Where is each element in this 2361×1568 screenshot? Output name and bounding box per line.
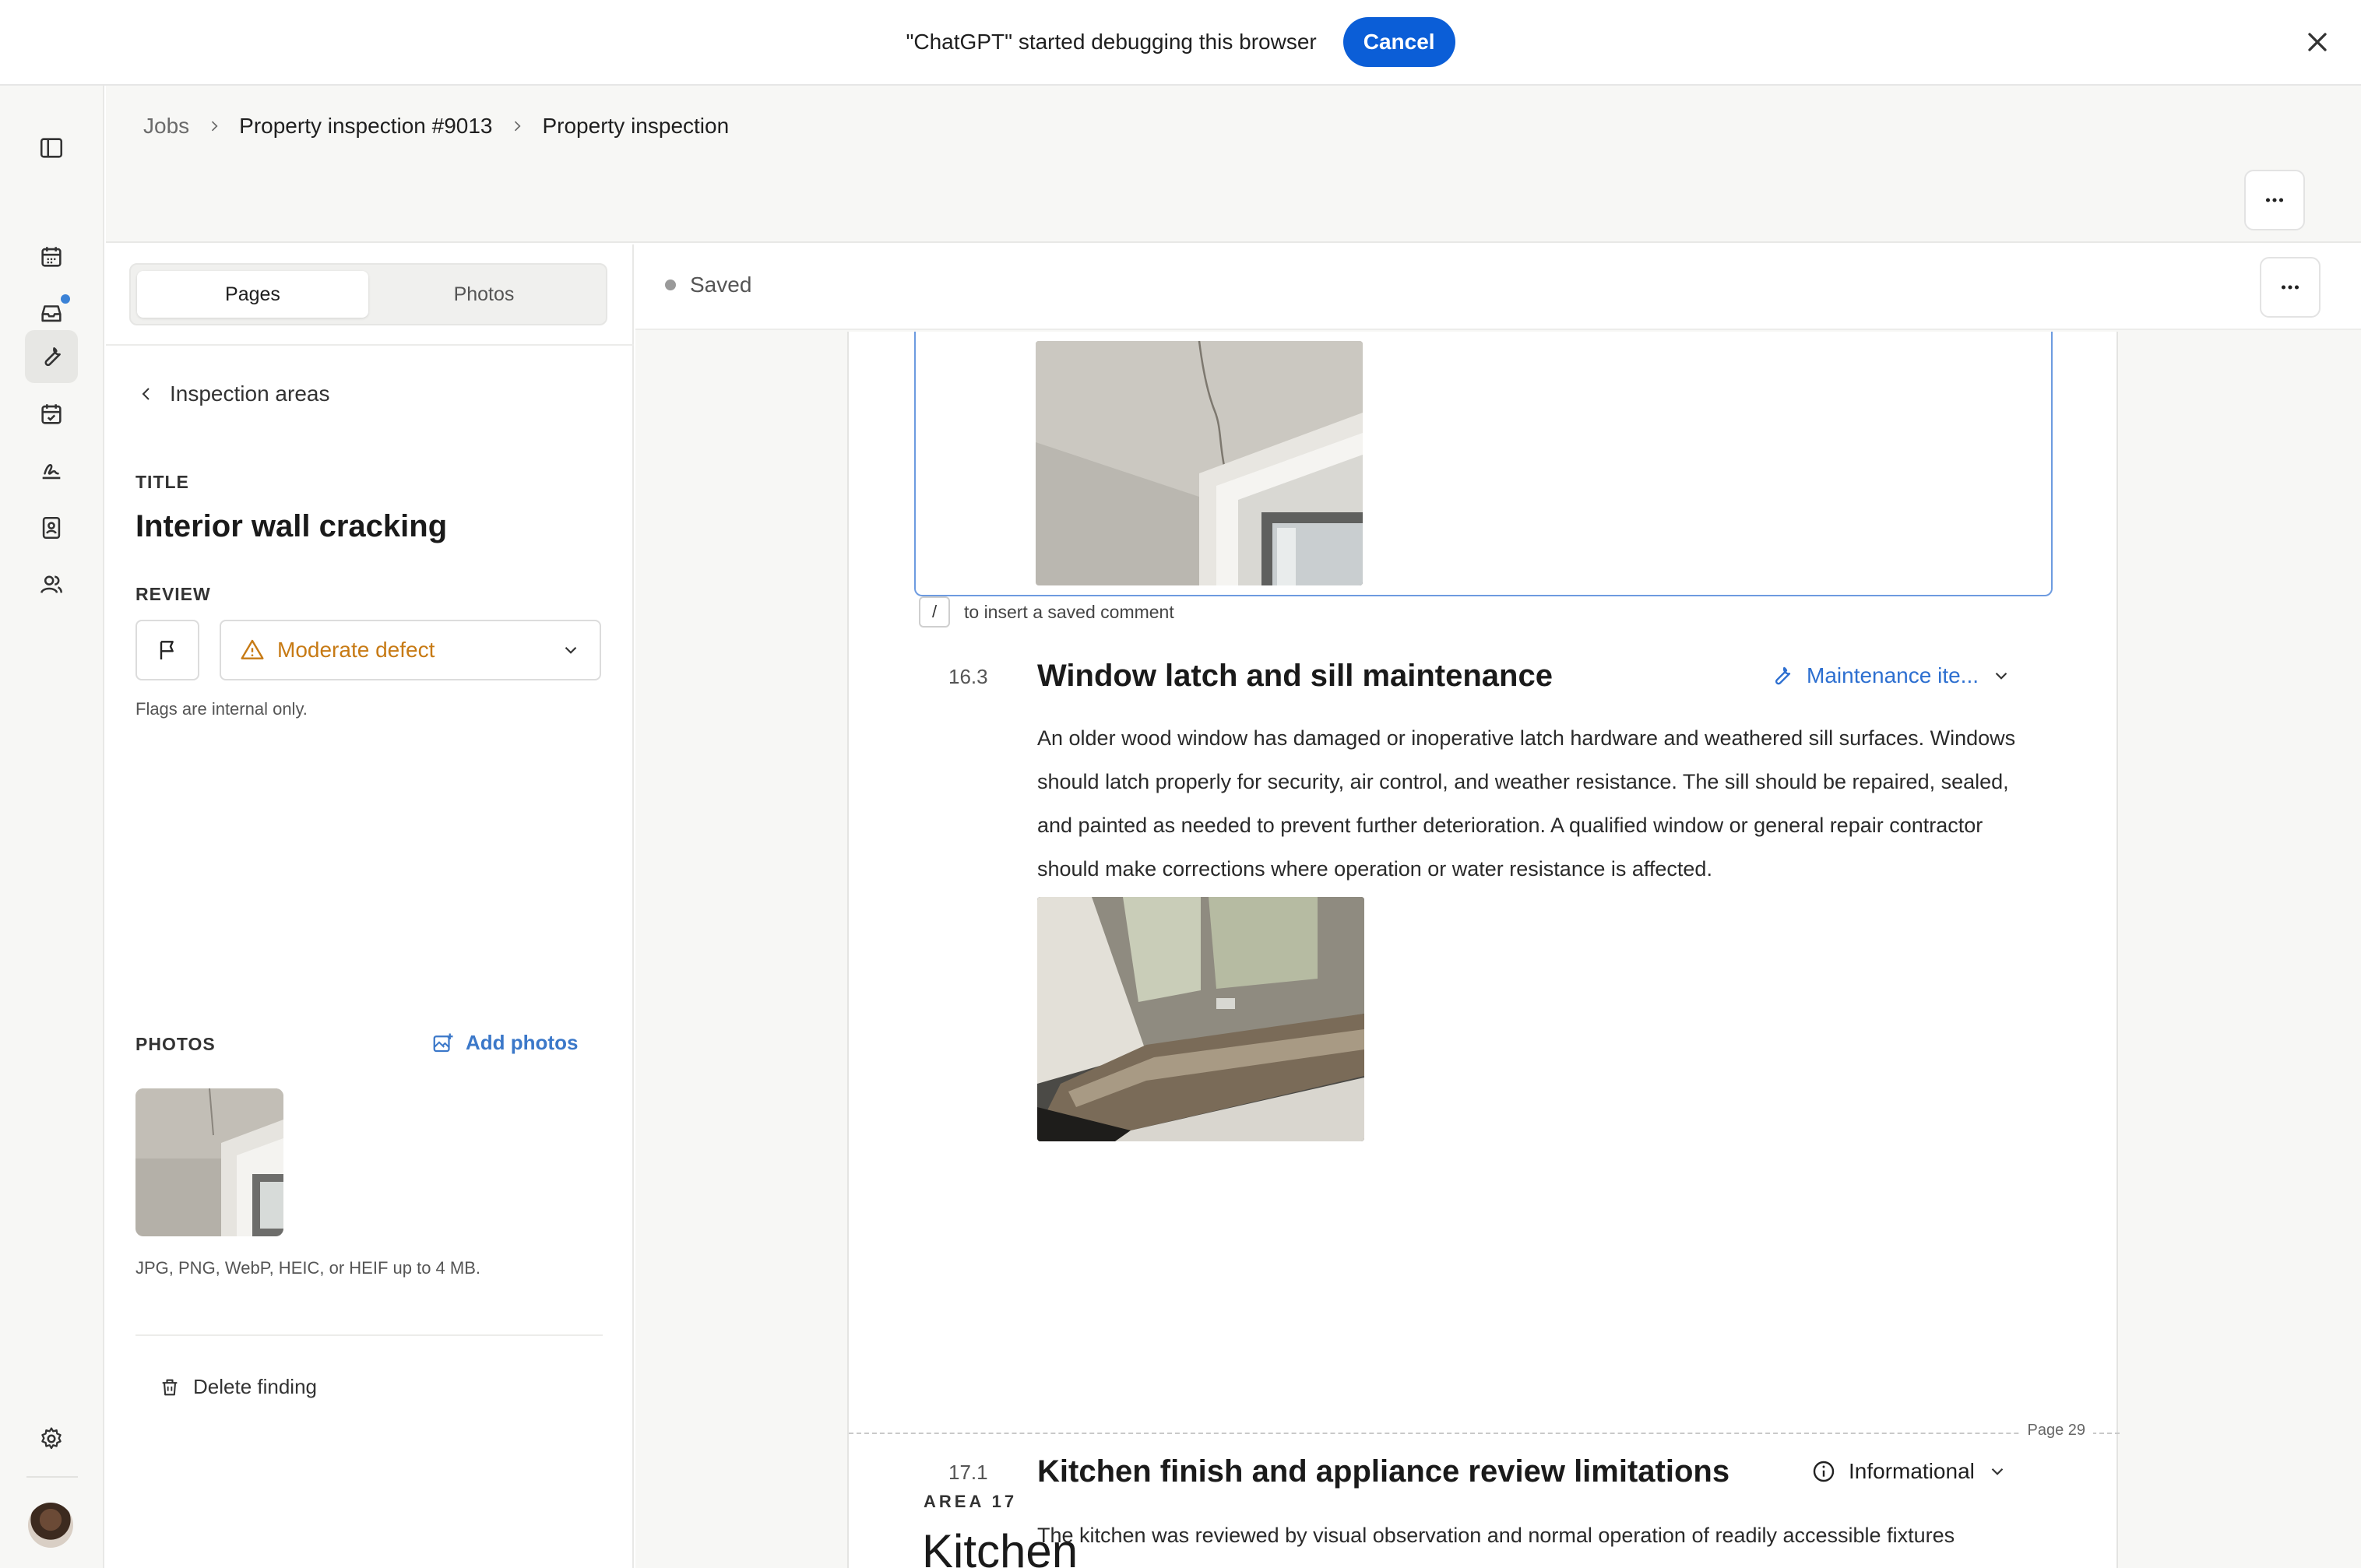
breadcrumb: Jobs Property inspection #9013 Property … [143,104,729,148]
finding-description[interactable]: An older wood window has damaged or inop… [1037,716,2042,891]
breadcrumb-current: Property inspection [542,114,730,138]
trash-icon [162,1379,178,1395]
selected-finding-editor[interactable] [914,332,2053,596]
back-link-label: Inspection areas [170,381,330,406]
title-label: TITLE [135,472,189,492]
back-to-inspection-areas-link[interactable]: Inspection areas [137,381,329,406]
save-status: Saved [665,272,751,297]
rail-divider [26,1476,78,1478]
chevron-left-icon [142,388,150,400]
finding-category-select[interactable]: Maintenance ite... [1769,663,2011,688]
file-type-hint: JPG, PNG, WebP, HEIC, or HEIF up to 4 MB… [135,1258,480,1278]
notification-dot [61,294,70,304]
review-severity-select[interactable]: Moderate defect [220,620,601,680]
review-label: REVIEW [135,584,211,604]
report-page: / to insert a saved comment 16.3 Window … [847,332,2120,1568]
add-photos-button[interactable]: Add photos [431,1031,578,1055]
finding-photo-window-sill[interactable] [1037,897,1364,1141]
avatar[interactable] [28,1503,73,1548]
more-horizontal-icon [2281,285,2299,290]
finding-editor-panel: Pages Photos Inspection areas TITLE Inte… [106,244,634,1568]
page-number-label: Page 29 [2019,1422,2093,1440]
photo-thumbnail[interactable] [135,1088,283,1236]
calendar-icon[interactable] [25,230,78,283]
panel-divider [106,344,634,346]
finding-title[interactable]: Interior wall cracking [135,509,447,544]
finding-title[interactable]: Window latch and sill maintenance [1037,659,1553,694]
finding-category-label: Maintenance ite... [1807,663,1979,687]
save-status-dot [665,279,676,290]
signature-icon[interactable] [25,444,78,497]
add-photos-label: Add photos [466,1031,579,1054]
finding-number: 17.1 [948,1461,988,1484]
more-horizontal-icon [2265,198,2284,202]
review-severity-value: Moderate defect [277,638,435,662]
finding-category-label: Informational [1849,1459,1975,1483]
panel-divider [135,1334,603,1336]
finding-category-select[interactable]: Informational [1811,1459,2007,1484]
chevron-right-icon [515,121,521,132]
flags-hint: Flags are internal only. [135,699,308,719]
warning-triangle-icon [241,639,264,659]
finding-number: 16.3 [948,665,988,688]
page-break [849,1433,2120,1434]
calendar-check-icon[interactable] [25,388,78,441]
flag-button[interactable] [135,620,199,680]
wrench-icon [1775,666,1791,685]
saved-comment-hint-text: to insert a saved comment [964,601,1174,622]
finding-title[interactable]: Kitchen finish and appliance review limi… [1037,1454,1729,1489]
tab-pages[interactable]: Pages [137,271,368,318]
document-more-button[interactable] [2260,257,2321,318]
delete-finding-button[interactable]: Delete finding [159,1375,317,1399]
more-options-button[interactable] [2244,170,2305,230]
slash-key: / [919,596,950,628]
chevron-down-icon [565,646,577,654]
finding-description[interactable]: The kitchen was reviewed by visual obser… [1037,1514,2042,1557]
chevron-down-icon [1991,1468,2004,1475]
save-status-label: Saved [690,272,752,297]
area-label: AREA 17 [924,1492,1018,1511]
app-rail [0,86,104,1568]
report-document-area: Saved / to insert a saved comment 16.3 W… [635,244,2361,1568]
breadcrumb-jobs[interactable]: Jobs [143,114,189,139]
settings-icon[interactable] [25,1412,78,1465]
contacts-icon[interactable] [25,501,78,554]
image-add-icon [433,1033,453,1052]
page-header: Jobs Property inspection #9013 Property … [106,86,2361,243]
debugging-message: "ChatGPT" started debugging this browser [906,30,1317,54]
tab-photos[interactable]: Photos [368,271,600,318]
wrench-icon[interactable] [25,330,78,383]
chevron-right-icon [212,121,218,132]
document-toolbar: Saved [635,244,2361,330]
chevron-down-icon [1995,672,2007,680]
delete-finding-label: Delete finding [193,1375,317,1398]
cancel-debugging-button[interactable]: Cancel [1342,17,1455,67]
saved-comment-hint: / to insert a saved comment [919,596,1174,628]
users-icon[interactable] [25,557,78,610]
breadcrumb-job[interactable]: Property inspection #9013 [239,114,492,139]
panel-tabs: Pages Photos [129,263,607,325]
debugging-banner: "ChatGPT" started debugging this browser… [0,0,2361,86]
info-icon [1813,1461,1835,1482]
photos-label: PHOTOS [135,1034,216,1054]
close-icon[interactable] [2302,26,2333,58]
flag-icon [160,641,174,659]
sidebar-toggle-icon[interactable] [25,121,78,174]
finding-photo-wall-crack[interactable] [1036,341,1363,585]
